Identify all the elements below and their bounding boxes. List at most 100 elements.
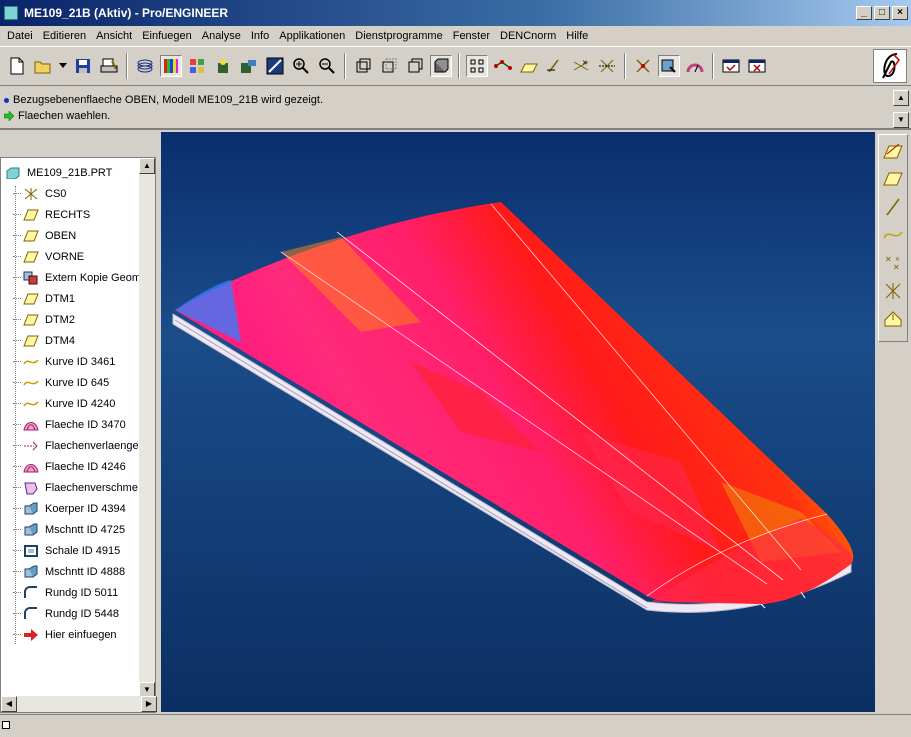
zoom-out-icon[interactable] bbox=[316, 55, 338, 77]
tree-item[interactable]: Kurve ID 645 bbox=[3, 372, 141, 393]
menu-hilfe[interactable]: Hilfe bbox=[561, 30, 593, 42]
surface-icon bbox=[23, 418, 39, 432]
minimize-button[interactable]: _ bbox=[856, 6, 872, 20]
zoom-in-icon[interactable] bbox=[290, 55, 312, 77]
close-button[interactable]: × bbox=[892, 6, 908, 20]
lighting-icon[interactable] bbox=[212, 55, 234, 77]
tree-item[interactable]: DTM1 bbox=[3, 288, 141, 309]
print-icon[interactable] bbox=[98, 55, 120, 77]
layers-icon[interactable] bbox=[134, 55, 156, 77]
menu-fenster[interactable]: Fenster bbox=[448, 30, 495, 42]
tree-item[interactable]: Kurve ID 3461 bbox=[3, 351, 141, 372]
datum-plane-icon bbox=[23, 334, 39, 348]
datum-curve-tool-icon[interactable] bbox=[881, 223, 905, 247]
analysis-feature-tool-icon[interactable] bbox=[881, 307, 905, 331]
wireframe-icon[interactable] bbox=[352, 55, 374, 77]
tree-item[interactable]: Mschntt ID 4888 bbox=[3, 561, 141, 582]
tree-item[interactable]: Flaechenverschme bbox=[3, 477, 141, 498]
context-help-icon[interactable] bbox=[873, 49, 907, 83]
svg-text:✕: ✕ bbox=[582, 60, 588, 67]
tree-item[interactable]: DTM2 bbox=[3, 309, 141, 330]
tree-item[interactable]: VORNE bbox=[3, 246, 141, 267]
tree-item[interactable]: Rundg ID 5448 bbox=[3, 603, 141, 624]
tree-item[interactable]: Rundg ID 5011 bbox=[3, 582, 141, 603]
view-manager-icon[interactable] bbox=[238, 55, 260, 77]
hidden-line-icon[interactable] bbox=[378, 55, 400, 77]
tree-item[interactable]: Hier einfuegen bbox=[3, 624, 141, 645]
datum-points-toggle-icon[interactable] bbox=[518, 55, 540, 77]
menu-bar: Datei Editieren Ansicht Einfuegen Analys… bbox=[0, 26, 911, 46]
message-scrollbar[interactable]: ▲ ▼ bbox=[893, 90, 909, 128]
menu-applikationen[interactable]: Applikationen bbox=[274, 30, 350, 42]
menu-datei[interactable]: Datei bbox=[2, 30, 38, 42]
scroll-down-icon[interactable]: ▼ bbox=[893, 112, 909, 128]
tree-root[interactable]: ME109_21B.PRT bbox=[3, 162, 141, 183]
datum-planes-toggle-icon[interactable] bbox=[466, 55, 488, 77]
menu-ansicht[interactable]: Ansicht bbox=[91, 30, 137, 42]
tree-item[interactable]: Flaeche ID 4246 bbox=[3, 456, 141, 477]
sketch-tool-icon[interactable] bbox=[881, 139, 905, 163]
datum-point-tool-icon[interactable]: ✕ ✕ ✕ bbox=[881, 251, 905, 275]
tree-scroll-up-icon[interactable]: ▲ bbox=[139, 158, 155, 174]
datum-plane-tool-icon[interactable] bbox=[881, 167, 905, 191]
open-dropdown-icon[interactable] bbox=[58, 55, 68, 77]
datum-plane-icon bbox=[23, 229, 39, 243]
tree-item-label: Mschntt ID 4725 bbox=[45, 523, 126, 536]
window-activate-icon[interactable] bbox=[720, 55, 742, 77]
save-icon[interactable] bbox=[72, 55, 94, 77]
menu-info[interactable]: Info bbox=[246, 30, 274, 42]
menu-dencnorm[interactable]: DENCnorm bbox=[495, 30, 561, 42]
tree-item[interactable]: DTM4 bbox=[3, 330, 141, 351]
select-box-icon[interactable] bbox=[658, 55, 680, 77]
tree-item[interactable]: OBEN bbox=[3, 225, 141, 246]
select-filter-icon[interactable] bbox=[632, 55, 654, 77]
tree-item[interactable]: Kurve ID 4240 bbox=[3, 393, 141, 414]
tree-scroll-right-icon[interactable]: ▶ bbox=[141, 696, 157, 712]
analysis-icon[interactable] bbox=[684, 55, 706, 77]
shaded-surface-model[interactable] bbox=[161, 132, 875, 712]
tree-item-label: Flaeche ID 3470 bbox=[45, 418, 126, 431]
menu-einfuegen[interactable]: Einfuegen bbox=[137, 30, 197, 42]
coordinate-system-tool-icon[interactable] bbox=[881, 279, 905, 303]
window-close-icon[interactable] bbox=[746, 55, 768, 77]
tree-item[interactable]: Mschntt ID 4725 bbox=[3, 519, 141, 540]
datum-axes-toggle-icon[interactable] bbox=[492, 55, 514, 77]
tree-horizontal-scrollbar[interactable]: ◀ ▶ bbox=[1, 696, 157, 712]
menu-editieren[interactable]: Editieren bbox=[38, 30, 91, 42]
spin-center-toggle-icon[interactable]: ✕ bbox=[570, 55, 592, 77]
graphics-viewport[interactable] bbox=[161, 132, 875, 712]
datum-plane-icon bbox=[23, 313, 39, 327]
tree-item-label: Rundg ID 5011 bbox=[45, 586, 119, 599]
surface-icon bbox=[23, 460, 39, 474]
tree-item[interactable]: CS0 bbox=[3, 183, 141, 204]
menu-analyse[interactable]: Analyse bbox=[197, 30, 246, 42]
model-setup-icon[interactable] bbox=[186, 55, 208, 77]
tree-item[interactable]: RECHTS bbox=[3, 204, 141, 225]
menu-dienstprogramme[interactable]: Dienstprogramme bbox=[350, 30, 447, 42]
tree-item[interactable]: Flaeche ID 3470 bbox=[3, 414, 141, 435]
maximize-button[interactable]: □ bbox=[874, 6, 890, 20]
datum-axis-tool-icon[interactable] bbox=[881, 195, 905, 219]
toolbar-separator bbox=[624, 53, 626, 79]
model-tree[interactable]: ME109_21B.PRT CS0 RECHTS OBEN VORNE Extern K… bbox=[0, 157, 157, 713]
spin-orient-icon[interactable] bbox=[264, 55, 286, 77]
tree-item[interactable]: Schale ID 4915 bbox=[3, 540, 141, 561]
tree-scroll-left-icon[interactable]: ◀ bbox=[1, 696, 17, 712]
tree-item[interactable]: Koerper ID 4394 bbox=[3, 498, 141, 519]
new-file-icon[interactable] bbox=[6, 55, 28, 77]
tree-item[interactable]: Extern Kopie Geom bbox=[3, 267, 141, 288]
color-appearance-icon[interactable] bbox=[160, 55, 182, 77]
annotations-toggle-icon[interactable] bbox=[596, 55, 618, 77]
scroll-up-icon[interactable]: ▲ bbox=[893, 90, 909, 106]
tree-item-label: Kurve ID 3461 bbox=[45, 355, 116, 368]
shading-icon[interactable] bbox=[430, 55, 452, 77]
tree-item[interactable]: Flaechenverlaenge bbox=[3, 435, 141, 456]
tree-vertical-scrollbar[interactable]: ▲ ▼ bbox=[139, 158, 155, 698]
tree-item-label: CS0 bbox=[45, 187, 67, 200]
open-folder-icon[interactable] bbox=[32, 55, 54, 77]
status-checkbox[interactable] bbox=[2, 721, 10, 729]
tree-item-label: DTM2 bbox=[45, 313, 75, 326]
no-hidden-icon[interactable] bbox=[404, 55, 426, 77]
tree-item-label: Flaechenverlaenge bbox=[45, 439, 139, 452]
coord-sys-toggle-icon[interactable] bbox=[544, 55, 566, 77]
